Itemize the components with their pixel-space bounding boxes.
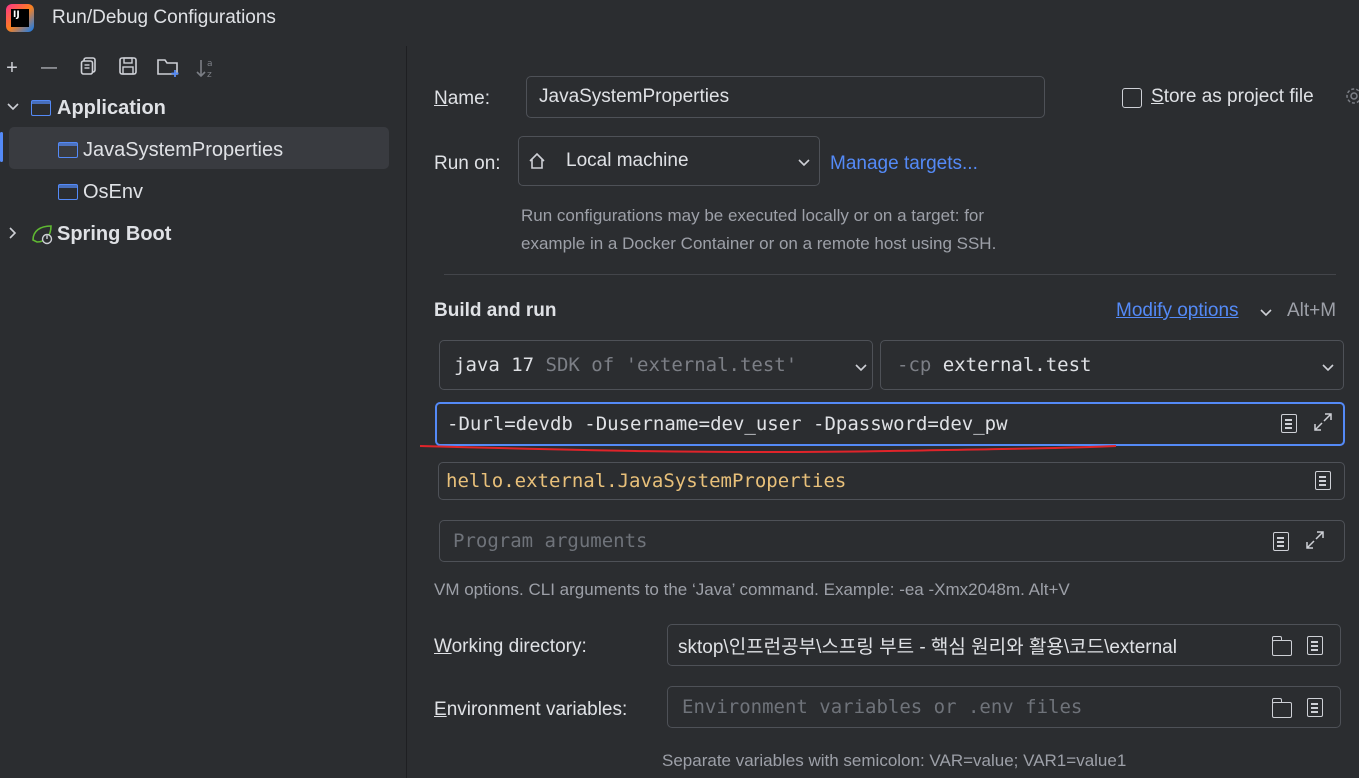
tree-toolbar: + — az <box>0 52 407 82</box>
tree-item-label: JavaSystemProperties <box>83 138 284 161</box>
chevron-right-icon[interactable] <box>5 226 21 242</box>
environment-variables-label: Environment variables: <box>434 699 628 720</box>
program-arguments-input[interactable]: Program arguments <box>439 520 1345 562</box>
main-class-input[interactable]: hello.external.JavaSystemProperties <box>438 462 1345 500</box>
maximize-icon[interactable] <box>1304 530 1326 552</box>
folder-icon[interactable] <box>1271 636 1292 656</box>
environment-variables-hint: Separate variables with semicolon: VAR=v… <box>662 751 1127 770</box>
application-config-icon <box>58 184 78 200</box>
svg-text:a: a <box>207 59 213 69</box>
add-icon[interactable]: + <box>0 56 24 80</box>
vm-options-input[interactable]: -Durl=devdb -Dusername=dev_user -Dpasswo… <box>435 402 1345 446</box>
tree-node-spring-boot[interactable]: Spring Boot <box>0 214 407 254</box>
name-input[interactable]: JavaSystemProperties <box>526 76 1045 118</box>
store-as-project-file-label[interactable]: Store as project file <box>1151 86 1314 108</box>
chevron-down-icon[interactable] <box>1259 304 1273 326</box>
modify-options-link[interactable]: Modify options <box>1116 300 1239 322</box>
gear-icon[interactable] <box>1343 86 1359 108</box>
configuration-editor: Name: JavaSystemProperties Store as proj… <box>408 46 1359 778</box>
chevron-down-icon <box>854 358 868 380</box>
working-directory-label: Working directory: <box>434 636 587 657</box>
modify-options-shortcut: Alt+M <box>1287 300 1337 321</box>
application-config-icon <box>58 142 78 158</box>
build-and-run-heading: Build and run <box>434 300 557 321</box>
application-config-icon <box>31 100 51 116</box>
manage-targets-link[interactable]: Manage targets... <box>830 153 978 175</box>
folder-icon[interactable] <box>1271 698 1292 718</box>
run-on-hint-line-2: example in a Docker Container or on a re… <box>521 234 997 253</box>
expand-text-icon[interactable] <box>1281 414 1297 433</box>
new-folder-icon[interactable] <box>155 56 183 80</box>
svg-text:z: z <box>207 70 212 80</box>
tree-label-spring-boot: Spring Boot <box>57 222 172 245</box>
copy-icon[interactable] <box>77 56 101 80</box>
home-icon <box>527 151 547 177</box>
remove-icon[interactable]: — <box>37 56 61 80</box>
configurations-tree-panel: + — az Application JavaSystemProperties … <box>0 46 407 778</box>
chevron-down-icon <box>1321 358 1335 380</box>
expand-text-icon[interactable] <box>1307 698 1323 717</box>
expand-text-icon[interactable] <box>1315 471 1331 490</box>
run-on-label: Run on: <box>434 153 501 174</box>
name-label: Name: <box>434 88 490 109</box>
run-on-select[interactable]: Local machine <box>518 136 820 186</box>
save-icon[interactable] <box>116 56 140 80</box>
title-bar: IJ Run/Debug Configurations <box>0 0 1359 46</box>
chevron-down-icon[interactable] <box>5 100 21 116</box>
spring-boot-icon <box>30 223 54 245</box>
vm-options-hint: VM options. CLI arguments to the ‘Java’ … <box>434 580 1070 599</box>
store-as-project-file-checkbox[interactable] <box>1122 88 1142 108</box>
section-divider <box>444 274 1336 275</box>
expand-text-icon[interactable] <box>1273 532 1289 551</box>
chevron-down-icon <box>797 154 811 176</box>
jdk-select[interactable]: java 17 SDK of 'external.test' <box>439 340 873 390</box>
intellij-logo-icon: IJ <box>6 4 34 32</box>
expand-text-icon[interactable] <box>1307 636 1323 655</box>
window-title: Run/Debug Configurations <box>52 7 276 28</box>
tree-label-application: Application <box>57 96 166 119</box>
tree-item-label: OsEnv <box>83 180 144 203</box>
tree-item-osenv[interactable]: OsEnv <box>0 172 407 212</box>
maximize-icon[interactable] <box>1312 412 1334 434</box>
classpath-select[interactable]: -cp external.test <box>880 340 1344 390</box>
environment-variables-input[interactable]: Environment variables or .env files <box>667 686 1341 728</box>
red-annotation-underline <box>419 445 1117 454</box>
tree-node-application[interactable]: Application <box>0 88 407 128</box>
sort-icon[interactable]: az <box>194 56 218 80</box>
working-directory-input[interactable]: sktop\인프런공부\스프링 부트 - 핵심 원리와 활용\코드\extern… <box>667 624 1341 666</box>
run-on-hint-line-1: Run configurations may be executed local… <box>521 206 985 225</box>
tree-item-javasystemproperties[interactable]: JavaSystemProperties <box>0 130 407 170</box>
